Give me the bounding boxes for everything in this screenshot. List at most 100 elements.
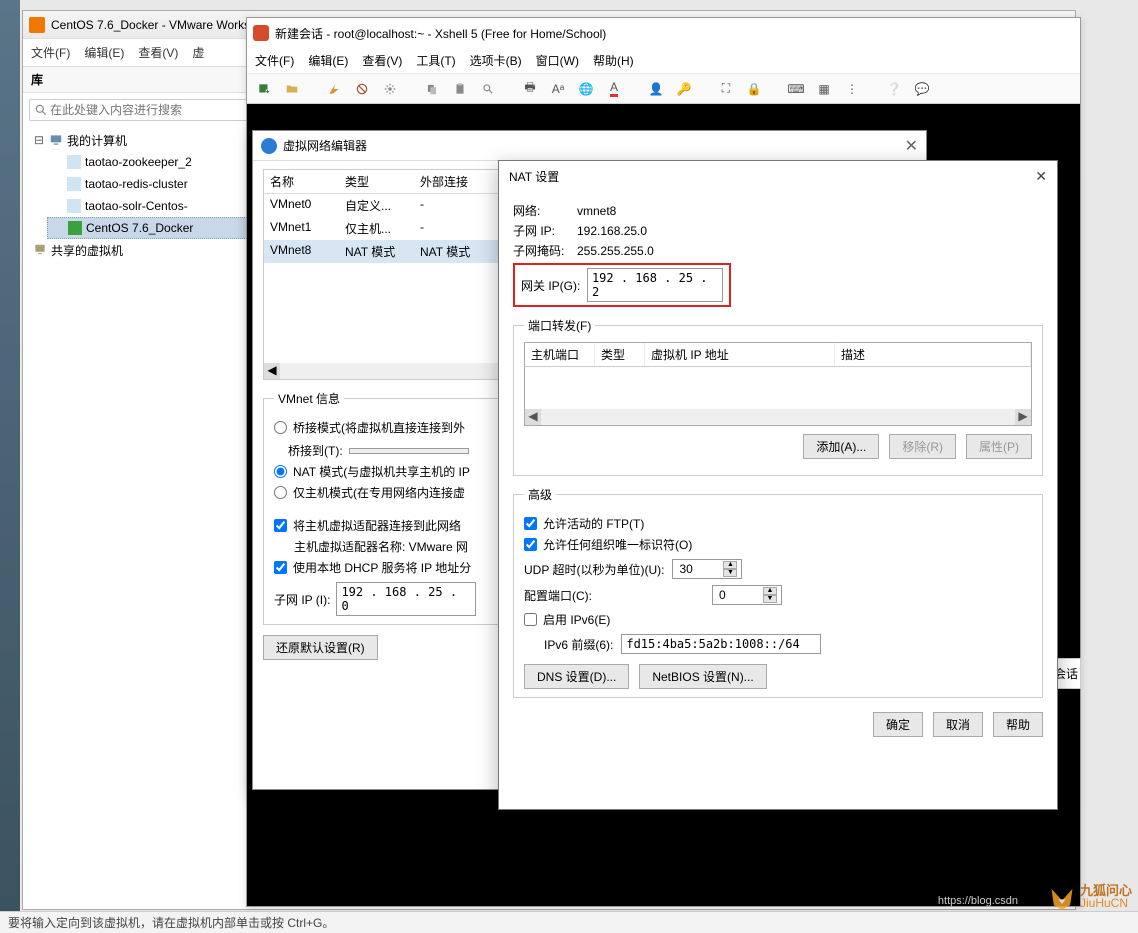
config-port-label: 配置端口(C):: [524, 587, 592, 604]
menu-view[interactable]: 查看(V): [138, 44, 178, 61]
tree-item-label: taotao-redis-cluster: [85, 177, 188, 191]
bridge-to-select: [349, 448, 469, 454]
close-icon[interactable]: ✕: [1035, 168, 1047, 185]
port-forwarding-group: 端口转发(F) 主机端口 类型 虚拟机 IP 地址 描述 ◀▶ 添加(A)...…: [513, 317, 1043, 476]
fullscreen-icon[interactable]: ⛶: [715, 78, 737, 100]
spinner-icon[interactable]: ▲▼: [723, 561, 737, 577]
col-host-port[interactable]: 主机端口: [525, 343, 595, 366]
port-forward-table[interactable]: 主机端口 类型 虚拟机 IP 地址 描述 ◀▶: [524, 342, 1032, 426]
restore-defaults-button[interactable]: 还原默认设置(R): [263, 635, 378, 660]
search-icon[interactable]: [477, 78, 499, 100]
lock-icon[interactable]: 🔒: [743, 78, 765, 100]
cancel-button[interactable]: 取消: [933, 712, 983, 737]
tree-item-label: CentOS 7.6_Docker: [86, 221, 193, 235]
subnet-ip-input[interactable]: 192 . 168 . 25 . 0: [336, 582, 476, 616]
xs-menu-window[interactable]: 窗口(W): [536, 52, 579, 69]
gateway-row-highlighted: 网关 IP(G): 192 . 168 . 25 . 2: [513, 263, 731, 307]
nat-titlebar[interactable]: NAT 设置 ✕: [499, 161, 1057, 191]
spinner-icon[interactable]: ▲▼: [763, 587, 777, 603]
tree-item-label: taotao-solr-Centos-: [85, 199, 188, 213]
mask-value: 255.255.255.0: [577, 244, 654, 258]
nat-title: NAT 设置: [509, 168, 559, 185]
vne-icon: [261, 138, 277, 154]
bridge-to-label: 桥接到(T):: [288, 442, 343, 459]
dns-settings-button[interactable]: DNS 设置(D)...: [524, 664, 629, 689]
vne-titlebar[interactable]: 虚拟网络编辑器 ✕: [253, 131, 926, 161]
col-name[interactable]: 名称: [264, 170, 339, 193]
chat-icon[interactable]: 💬: [911, 78, 933, 100]
vne-title: 虚拟网络编辑器: [283, 137, 367, 154]
col-type[interactable]: 类型: [339, 170, 414, 193]
menu-file[interactable]: 文件(F): [31, 44, 70, 61]
close-icon[interactable]: ✕: [905, 136, 918, 156]
gateway-ip-input[interactable]: 192 . 168 . 25 . 2: [587, 268, 723, 302]
col-external[interactable]: 外部连接: [414, 170, 494, 193]
nat-settings-window: NAT 设置 ✕ 网络:vmnet8 子网 IP:192.168.25.0 子网…: [498, 160, 1058, 810]
connect-icon[interactable]: [323, 78, 345, 100]
udp-timeout-input[interactable]: ▲▼: [672, 559, 742, 579]
shared-icon: [33, 243, 47, 257]
xs-menu-tab[interactable]: 选项卡(B): [470, 52, 522, 69]
properties-button[interactable]: 属性(P): [966, 434, 1032, 459]
subnet-label: 子网 IP:: [513, 222, 577, 239]
vm-icon: [67, 199, 81, 213]
paste-icon[interactable]: [449, 78, 471, 100]
xshell-titlebar[interactable]: 新建会话 - root@localhost:~ - Xshell 5 (Free…: [247, 18, 1080, 48]
config-port-input[interactable]: ▲▼: [712, 585, 782, 605]
advanced-legend: 高级: [524, 486, 556, 503]
vmnet-info-legend: VMnet 信息: [274, 390, 344, 407]
remove-button[interactable]: 移除(R): [889, 434, 956, 459]
user-icon[interactable]: 👤: [645, 78, 667, 100]
col-type[interactable]: 类型: [595, 343, 645, 366]
vm-icon: [67, 155, 81, 169]
new-session-icon[interactable]: [253, 78, 275, 100]
xshell-title: 新建会话 - root@localhost:~ - Xshell 5 (Free…: [275, 25, 606, 42]
xshell-menubar: 文件(F) 编辑(E) 查看(V) 工具(T) 选项卡(B) 窗口(W) 帮助(…: [247, 48, 1080, 74]
properties-icon[interactable]: [379, 78, 401, 100]
chk-enable-ipv6[interactable]: 启用 IPv6(E): [524, 611, 1032, 628]
add-button[interactable]: 添加(A)...: [803, 434, 879, 459]
chk-any-org[interactable]: 允许任何组织唯一标识符(O): [524, 536, 1032, 553]
disconnect-icon[interactable]: [351, 78, 373, 100]
table-scrollbar[interactable]: ◀▶: [525, 409, 1031, 425]
vm-icon: [67, 177, 81, 191]
help-button[interactable]: 帮助: [993, 712, 1043, 737]
xs-menu-tool[interactable]: 工具(T): [416, 52, 455, 69]
advanced-group: 高级 允许活动的 FTP(T) 允许任何组织唯一标识符(O) UDP 超时(以秒…: [513, 486, 1043, 698]
open-icon[interactable]: [281, 78, 303, 100]
brand-watermark: 九狐问心JiuHuCN: [1048, 883, 1132, 911]
csdn-watermark: https://blog.csdn: [938, 895, 1018, 907]
print-icon[interactable]: 🖶: [519, 78, 541, 100]
ipv6-prefix-input[interactable]: fd15:4ba5:5a2b:1008::/64: [621, 634, 821, 654]
help-icon[interactable]: ❔: [883, 78, 905, 100]
col-vm-ip[interactable]: 虚拟机 IP 地址: [645, 343, 835, 366]
more-icon[interactable]: ⋮: [841, 78, 863, 100]
pf-legend: 端口转发(F): [524, 317, 595, 334]
search-icon: [34, 103, 48, 117]
layout-icon[interactable]: ▦: [813, 78, 835, 100]
computer-icon: [49, 133, 63, 147]
tree-shared-label: 共享的虚拟机: [51, 242, 123, 259]
netbios-settings-button[interactable]: NetBIOS 设置(N)...: [639, 664, 766, 689]
xs-menu-view[interactable]: 查看(V): [362, 52, 402, 69]
keyboard-icon[interactable]: ⌨: [785, 78, 807, 100]
ok-button[interactable]: 确定: [873, 712, 923, 737]
menu-vm[interactable]: 虚: [192, 44, 204, 61]
tree-item-label: taotao-zookeeper_2: [85, 155, 192, 169]
xs-menu-edit[interactable]: 编辑(E): [308, 52, 348, 69]
color-icon[interactable]: A: [603, 78, 625, 100]
tree-root-label: 我的计算机: [67, 132, 127, 149]
status-text: 要将输入定向到该虚拟机，请在虚拟机内部单击或按 Ctrl+G。: [8, 914, 334, 931]
globe-icon[interactable]: 🌐: [575, 78, 597, 100]
col-desc[interactable]: 描述: [835, 343, 1031, 366]
vmware-statusbar: 要将输入定向到该虚拟机，请在虚拟机内部单击或按 Ctrl+G。: [0, 911, 1138, 933]
font-icon[interactable]: Aᵃ: [547, 78, 569, 100]
xs-menu-file[interactable]: 文件(F): [255, 52, 294, 69]
chk-active-ftp[interactable]: 允许活动的 FTP(T): [524, 515, 1032, 532]
xs-menu-help[interactable]: 帮助(H): [593, 52, 634, 69]
copy-icon[interactable]: [421, 78, 443, 100]
key-icon[interactable]: 🔑: [673, 78, 695, 100]
udp-timeout-label: UDP 超时(以秒为单位)(U):: [524, 561, 664, 578]
collapse-icon[interactable]: ⊟: [33, 133, 45, 147]
menu-edit[interactable]: 编辑(E): [84, 44, 124, 61]
